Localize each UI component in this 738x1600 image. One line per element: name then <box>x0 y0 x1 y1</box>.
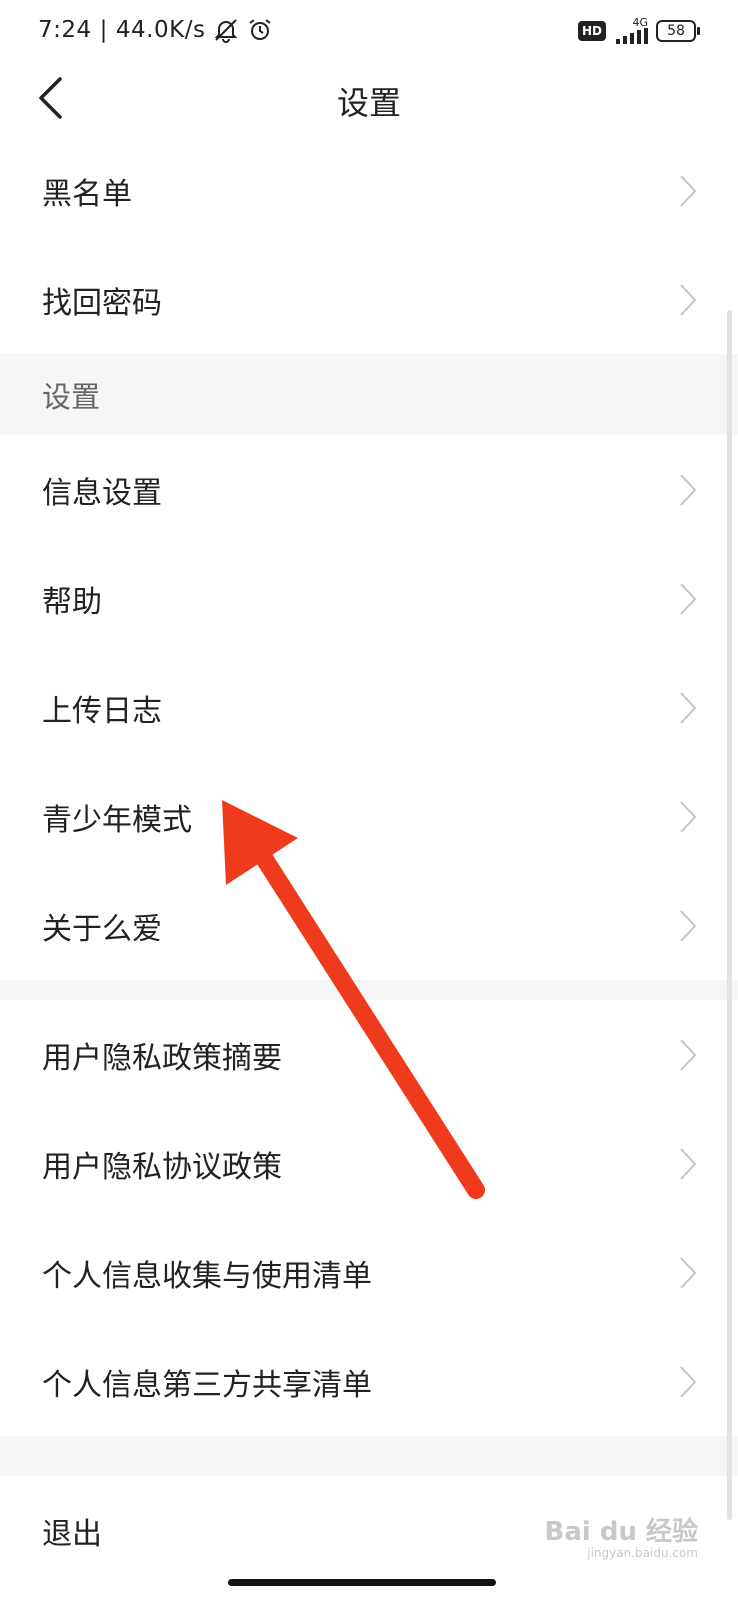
chevron-right-icon <box>680 1038 697 1071</box>
chevron-right-icon <box>680 1256 697 1289</box>
list-item-label: 找回密码 <box>42 285 162 321</box>
scrollbar[interactable] <box>727 310 732 1520</box>
status-bar: 7:24 | 44.0K/s HD 4G 58 <box>0 0 738 62</box>
page-title: 设置 <box>336 84 401 122</box>
list-item-blacklist[interactable]: 黑名单 <box>0 136 738 245</box>
list-item-label: 青少年模式 <box>42 802 192 838</box>
settings-list: 黑名单 找回密码 设置 信息设置 帮助 上传日志 青少年模式 关于么爱 用户隐私… <box>0 136 738 1586</box>
chevron-right-icon <box>680 909 697 942</box>
section-divider <box>0 1436 738 1476</box>
list-item-privacy-summary[interactable]: 用户隐私政策摘要 <box>0 1000 738 1109</box>
logout-label: 退出 <box>42 1517 102 1552</box>
navigation-bar: 设置 <box>0 62 738 136</box>
alarm-icon <box>249 19 272 40</box>
list-item-teen-mode[interactable]: 青少年模式 <box>0 762 738 871</box>
chevron-right-icon <box>680 1147 697 1180</box>
chevron-right-icon <box>680 691 697 724</box>
list-item-data-collection[interactable]: 个人信息收集与使用清单 <box>0 1218 738 1327</box>
list-item-label: 黑名单 <box>42 176 132 212</box>
list-item-recover-password[interactable]: 找回密码 <box>0 245 738 354</box>
list-item-label: 信息设置 <box>42 475 162 511</box>
chevron-right-icon <box>680 283 697 316</box>
home-indicator[interactable] <box>228 1579 496 1586</box>
list-item-label: 用户隐私政策摘要 <box>42 1040 282 1076</box>
chevron-right-icon <box>680 582 697 615</box>
watermark-logo: Bai du 经验 jingyan.baidu.com <box>545 1518 699 1560</box>
section-divider <box>0 980 738 1000</box>
list-item-upload-log[interactable]: 上传日志 <box>0 653 738 762</box>
status-time: 7:24 <box>38 17 92 43</box>
status-right: HD 4G 58 <box>577 17 700 44</box>
chevron-right-icon <box>680 800 697 833</box>
list-item-message-settings[interactable]: 信息设置 <box>0 435 738 544</box>
list-item-label: 个人信息第三方共享清单 <box>42 1367 372 1403</box>
list-item-label: 帮助 <box>42 584 102 620</box>
status-left: 7:24 | 44.0K/s <box>38 17 273 43</box>
list-item-third-party-sharing[interactable]: 个人信息第三方共享清单 <box>0 1327 738 1436</box>
signal-icon <box>616 28 648 44</box>
list-item-label: 用户隐私协议政策 <box>42 1149 282 1185</box>
hd-badge: HD <box>577 21 606 41</box>
list-item-about[interactable]: 关于么爱 <box>0 871 738 980</box>
battery-icon: 58 <box>656 20 700 42</box>
chevron-right-icon <box>680 1365 697 1398</box>
watermark-brand: Bai du 经验 <box>544 1517 699 1548</box>
muted-bell-icon <box>215 19 238 43</box>
chevron-right-icon <box>680 174 697 207</box>
chevron-right-icon <box>680 473 697 506</box>
list-item-help[interactable]: 帮助 <box>0 544 738 653</box>
section-header-settings: 设置 <box>0 354 738 435</box>
list-item-label: 上传日志 <box>42 693 162 729</box>
watermark-url: jingyan.baidu.com <box>587 1545 698 1560</box>
list-item-label: 关于么爱 <box>42 911 162 947</box>
status-divider: | <box>99 17 108 43</box>
status-network-speed: 44.0K/s <box>115 17 206 43</box>
network-type: 4G <box>614 17 648 44</box>
list-item-privacy-agreement[interactable]: 用户隐私协议政策 <box>0 1109 738 1218</box>
list-item-label: 个人信息收集与使用清单 <box>42 1258 372 1294</box>
